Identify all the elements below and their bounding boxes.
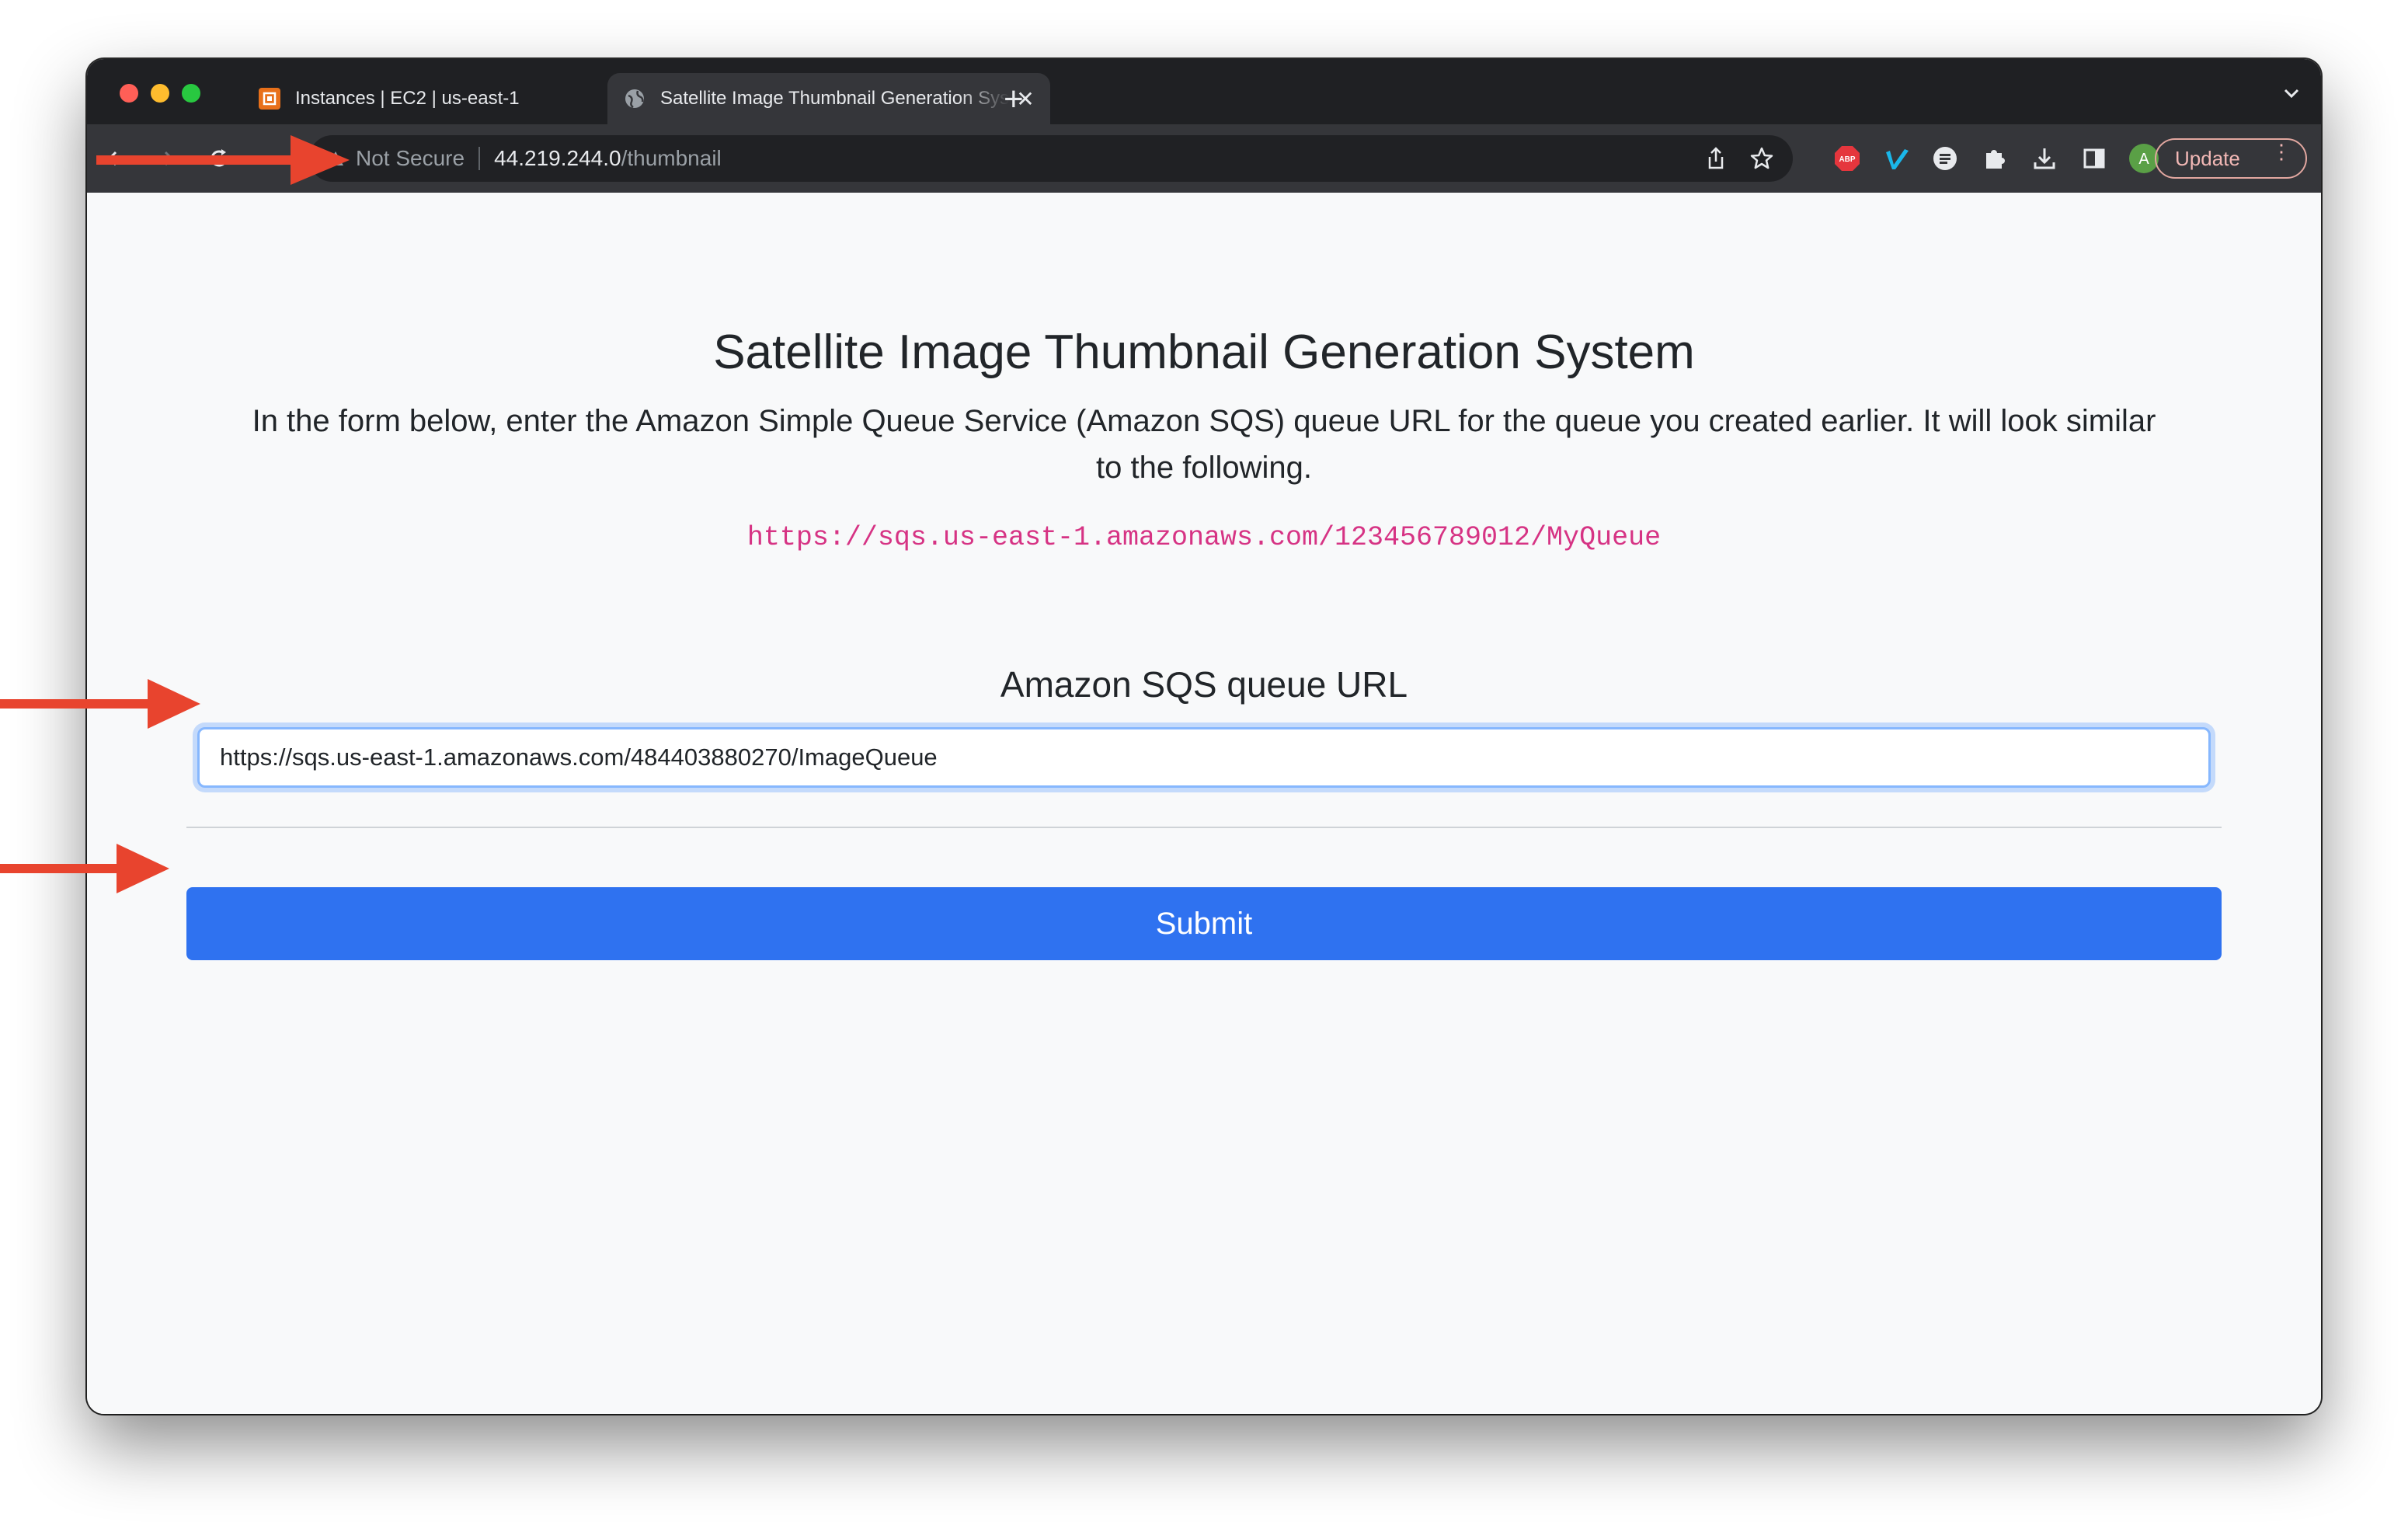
download-icon[interactable] [2029, 143, 2060, 174]
abp-text: ABP [1839, 155, 1855, 164]
form-divider [186, 827, 2222, 828]
queue-url-label: Amazon SQS queue URL [1000, 664, 1408, 705]
tab-strip: Instances | EC2 | us-east-1 ✕ Satellite … [87, 59, 2321, 124]
window-zoom-button[interactable] [182, 84, 200, 103]
update-label: Update [2175, 146, 2240, 170]
vimeo-extension-icon[interactable] [1881, 143, 1912, 174]
queue-url-input[interactable] [197, 727, 2211, 788]
page-title: Satellite Image Thumbnail Generation Sys… [713, 326, 1695, 379]
tab-thumbnail-system[interactable]: Satellite Image Thumbnail Generation Sys… [607, 73, 1050, 124]
tab-title: Satellite Image Thumbnail Generation Sys… [660, 88, 1010, 109]
submit-button[interactable]: Submit [186, 887, 2222, 960]
annotation-arrow-input [0, 679, 200, 729]
window-close-button[interactable] [120, 84, 138, 103]
profile-initial: A [2138, 151, 2149, 168]
extension-circle-icon[interactable] [1930, 143, 1961, 174]
omnibox-divider [478, 147, 481, 170]
bookmark-star-icon[interactable] [1749, 146, 1774, 176]
side-panel-icon[interactable] [2079, 143, 2110, 174]
annotation-arrow-submit [0, 844, 169, 893]
new-tab-button[interactable]: + [1004, 82, 1024, 117]
share-icon[interactable] [1704, 146, 1728, 176]
tab-search-chevron-icon[interactable] [2282, 85, 2301, 105]
instructions-text: In the form below, enter the Amazon Simp… [252, 404, 2156, 485]
page-content: Satellite Image Thumbnail Generation Sys… [87, 193, 2321, 1414]
address-bar[interactable]: Not Secure 44.219.244.0/thumbnail [309, 135, 1793, 182]
more-menu-icon[interactable]: ⋮ [2271, 141, 2291, 162]
omnibox-actions [1704, 146, 1774, 176]
globe-icon [623, 87, 646, 110]
url-path: /thumbnail [621, 146, 722, 170]
update-button[interactable]: Update ⋮ [2155, 138, 2307, 179]
browser-toolbar: Not Secure 44.219.244.0/thumbnail ABP A … [87, 124, 2321, 194]
annotation-arrow-address [96, 135, 350, 185]
aws-ec2-icon [258, 87, 281, 110]
window-minimize-button[interactable] [151, 84, 169, 103]
adblock-plus-icon[interactable]: ABP [1832, 143, 1863, 174]
browser-window: Instances | EC2 | us-east-1 ✕ Satellite … [87, 59, 2321, 1414]
url-host: 44.219.244.0 [494, 146, 621, 170]
example-queue-url: https://sqs.us-east-1.amazonaws.com/1234… [746, 522, 1662, 553]
security-label[interactable]: Not Secure [356, 146, 465, 171]
extensions-puzzle-icon[interactable] [1979, 143, 2010, 174]
tab-title: Instances | EC2 | us-east-1 [295, 88, 520, 109]
